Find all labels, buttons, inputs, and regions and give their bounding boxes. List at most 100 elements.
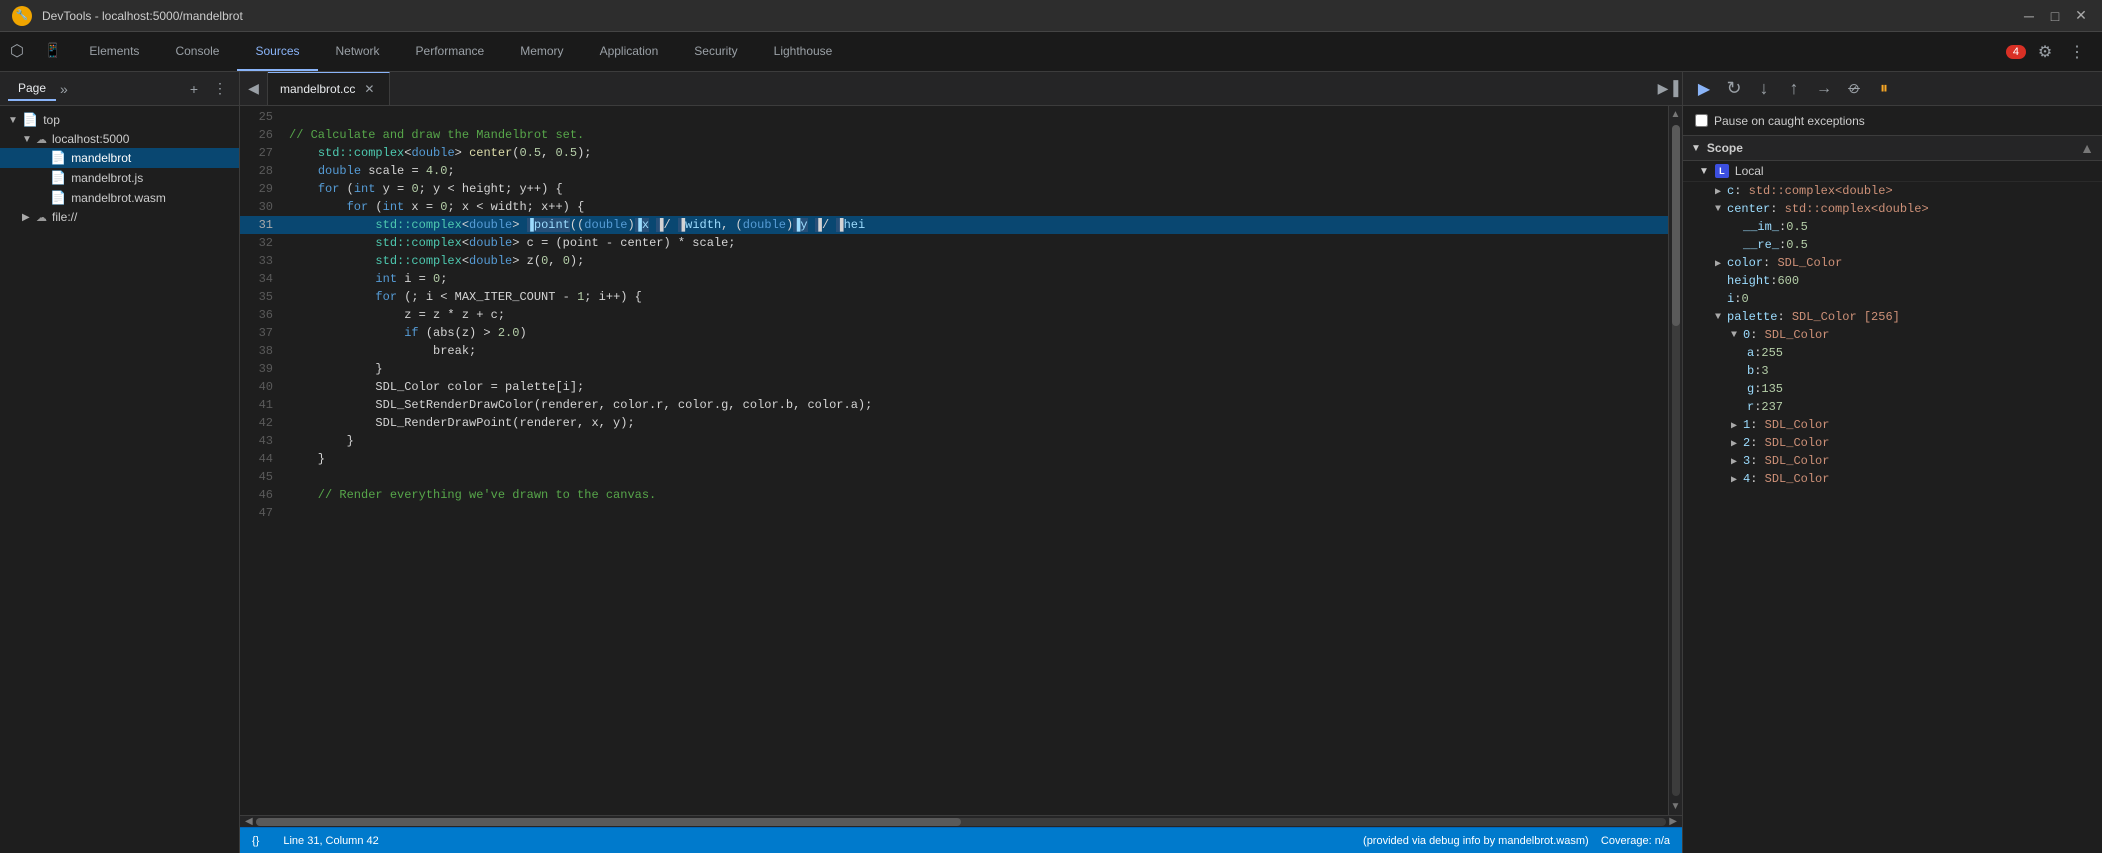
tree-item-mandelbrot-js[interactable]: ▶ 📄 mandelbrot.js xyxy=(0,168,239,188)
sidebar: Page » + ⋮ ▼ 📄 top ▼ ☁ localhost:5000 xyxy=(0,72,240,853)
scope-item-c[interactable]: ▶ c: std::complex<double> xyxy=(1683,182,2102,200)
scope-panel: ▼ Scope ▲ ▼ L Local ▶ c: std::complex<do… xyxy=(1683,136,2102,853)
settings-button[interactable]: ⚙ xyxy=(2032,39,2058,65)
editor-tabs: ◀ mandelbrot.cc ✕ ▶▐ xyxy=(240,72,1682,106)
code-line-45: 45 xyxy=(240,468,1668,486)
editor-format-button[interactable]: ▶▐ xyxy=(1654,72,1682,105)
pause-caught-checkbox[interactable] xyxy=(1695,114,1708,127)
code-line-25: 25 xyxy=(240,108,1668,126)
tree-item-file[interactable]: ▶ ☁ file:// xyxy=(0,208,239,226)
tab-inspector-icon[interactable]: ⬡ xyxy=(0,32,34,71)
sidebar-more-icon[interactable]: » xyxy=(56,81,72,97)
palette-0-expand-arrow: ▼ xyxy=(1731,330,1737,341)
editor-area: ◀ mandelbrot.cc ✕ ▶▐ 25 26 // Ca xyxy=(240,72,1682,853)
code-line-44: 44 } xyxy=(240,450,1668,468)
tabbar-right-icons: 4 ⚙ ⋮ xyxy=(2006,32,2102,71)
vscroll-down-button[interactable]: ▼ xyxy=(1671,798,1681,815)
scope-header-label: Scope xyxy=(1707,141,1743,155)
main-area: Page » + ⋮ ▼ 📄 top ▼ ☁ localhost:5000 xyxy=(0,72,2102,853)
sidebar-new-group[interactable]: + xyxy=(183,78,205,100)
code-line-39: 39 } xyxy=(240,360,1668,378)
code-line-35: 35 for (; i < MAX_ITER_COUNT - 1; i++) { xyxy=(240,288,1668,306)
scope-section-header[interactable]: ▼ Scope ▲ xyxy=(1683,136,2102,161)
center-expand-arrow: ▼ xyxy=(1715,204,1721,215)
tab-performance[interactable]: Performance xyxy=(398,32,503,71)
code-line-47: 47 xyxy=(240,504,1668,522)
cursor-position: Line 31, Column 42 xyxy=(283,835,378,847)
statusbar: {} Line 31, Column 42 (provided via debu… xyxy=(240,827,1682,853)
code-horizontal-scrollbar[interactable]: ◀ ▶ xyxy=(240,815,1682,827)
step-button[interactable]: → xyxy=(1811,76,1837,102)
editor-tab-close[interactable]: ✕ xyxy=(361,81,377,97)
step-over-button[interactable]: ↻ xyxy=(1721,76,1747,102)
vscroll-up-button[interactable]: ▲ xyxy=(1671,106,1681,123)
code-line-42: 42 SDL_RenderDrawPoint(renderer, x, y); xyxy=(240,414,1668,432)
tab-lighthouse[interactable]: Lighthouse xyxy=(756,32,851,71)
tab-elements[interactable]: Elements xyxy=(71,32,157,71)
scope-item-palette-3[interactable]: ▶ 3: SDL_Color xyxy=(1683,452,2102,470)
scope-item-center-re: ▶ __re_ : 0.5 xyxy=(1683,236,2102,254)
palette-3-expand-arrow: ▶ xyxy=(1731,456,1737,468)
palette-4-expand-arrow: ▶ xyxy=(1731,474,1737,486)
hscroll-track[interactable] xyxy=(256,818,1667,826)
deactivate-breakpoints-button[interactable]: ⊘ xyxy=(1841,76,1867,102)
tree-item-localhost[interactable]: ▼ ☁ localhost:5000 xyxy=(0,130,239,148)
palette-expand-arrow: ▼ xyxy=(1715,312,1721,323)
editor-nav-button[interactable]: ◀ xyxy=(240,72,268,105)
step-into-button[interactable]: ↓ xyxy=(1751,76,1777,102)
hscroll-right-button[interactable]: ▶ xyxy=(1666,816,1680,827)
center-im-name: __im_ xyxy=(1743,220,1779,234)
tree-item-top[interactable]: ▼ 📄 top xyxy=(0,110,239,130)
tab-security[interactable]: Security xyxy=(676,32,755,71)
more-button[interactable]: ⋮ xyxy=(2064,39,2090,65)
vscroll-track[interactable] xyxy=(1672,125,1680,796)
hscroll-thumb[interactable] xyxy=(256,818,961,826)
code-line-43: 43 } xyxy=(240,432,1668,450)
pause-button[interactable]: ⏸ xyxy=(1871,76,1897,102)
scope-item-palette-4[interactable]: ▶ 4: SDL_Color xyxy=(1683,470,2102,488)
resume-button[interactable]: ▶ xyxy=(1691,76,1717,102)
sidebar-tab-page[interactable]: Page xyxy=(8,77,56,101)
pause-caught-label: Pause on caught exceptions xyxy=(1714,114,1865,128)
minimize-button[interactable]: ─ xyxy=(2020,7,2038,25)
tab-network[interactable]: Network xyxy=(318,32,398,71)
scope-item-palette-1[interactable]: ▶ 1: SDL_Color xyxy=(1683,416,2102,434)
tree-label-localhost: localhost:5000 xyxy=(52,132,129,146)
maximize-button[interactable]: □ xyxy=(2046,7,2064,25)
code-line-31: 31 std::complex<double> ▐point((double)▐… xyxy=(240,216,1668,234)
sidebar-options-icon[interactable]: ⋮ xyxy=(209,78,231,100)
scope-item-palette-2[interactable]: ▶ 2: SDL_Color xyxy=(1683,434,2102,452)
scope-header-arrow: ▼ xyxy=(1691,143,1701,154)
tab-sources[interactable]: Sources xyxy=(237,32,317,71)
tree-label-file: file:// xyxy=(52,210,77,224)
scope-local-header[interactable]: ▼ L Local xyxy=(1683,161,2102,182)
close-button[interactable]: ✕ xyxy=(2072,7,2090,25)
scope-item-center[interactable]: ▼ center: std::complex<double> xyxy=(1683,200,2102,218)
scope-collapse-icon[interactable]: ▲ xyxy=(2080,140,2094,156)
tab-console[interactable]: Console xyxy=(157,32,237,71)
tab-device-icon[interactable]: 📱 xyxy=(34,32,71,71)
palette-1-expand-arrow: ▶ xyxy=(1731,420,1737,432)
scope-item-height: ▶ height : 600 xyxy=(1683,272,2102,290)
scope-item-palette-0[interactable]: ▼ 0: SDL_Color xyxy=(1683,326,2102,344)
format-button[interactable]: {} xyxy=(252,835,259,847)
tab-application[interactable]: Application xyxy=(582,32,677,71)
tree-item-mandelbrot-wasm[interactable]: ▶ 📄 mandelbrot.wasm xyxy=(0,188,239,208)
scope-item-palette[interactable]: ▼ palette: SDL_Color [256] xyxy=(1683,308,2102,326)
scope-item-color[interactable]: ▶ color: SDL_Color xyxy=(1683,254,2102,272)
vscroll-thumb[interactable] xyxy=(1672,125,1680,326)
code-vertical-scrollbar[interactable]: ▲ ▼ xyxy=(1668,106,1682,815)
tab-memory[interactable]: Memory xyxy=(502,32,581,71)
source-info: (provided via debug info by mandelbrot.w… xyxy=(1363,835,1670,847)
file-tree: ▼ 📄 top ▼ ☁ localhost:5000 ▶ 📄 mandelbro… xyxy=(0,106,239,853)
code-line-37: 37 if (abs(z) > 2.0) xyxy=(240,324,1668,342)
hscroll-left-button[interactable]: ◀ xyxy=(242,816,256,827)
tree-item-mandelbrot[interactable]: ▶ 📄 mandelbrot xyxy=(0,148,239,168)
code-line-30: 30 for (int x = 0; x < width; x++) { xyxy=(240,198,1668,216)
step-out-button[interactable]: ↑ xyxy=(1781,76,1807,102)
editor-tab-mandelbrot-cc[interactable]: mandelbrot.cc ✕ xyxy=(268,72,390,105)
editor-with-scroll: 25 26 // Calculate and draw the Mandelbr… xyxy=(240,106,1682,815)
code-line-40: 40 SDL_Color color = palette[i]; xyxy=(240,378,1668,396)
code-view[interactable]: 25 26 // Calculate and draw the Mandelbr… xyxy=(240,106,1668,815)
c-expand-arrow: ▶ xyxy=(1715,186,1721,198)
